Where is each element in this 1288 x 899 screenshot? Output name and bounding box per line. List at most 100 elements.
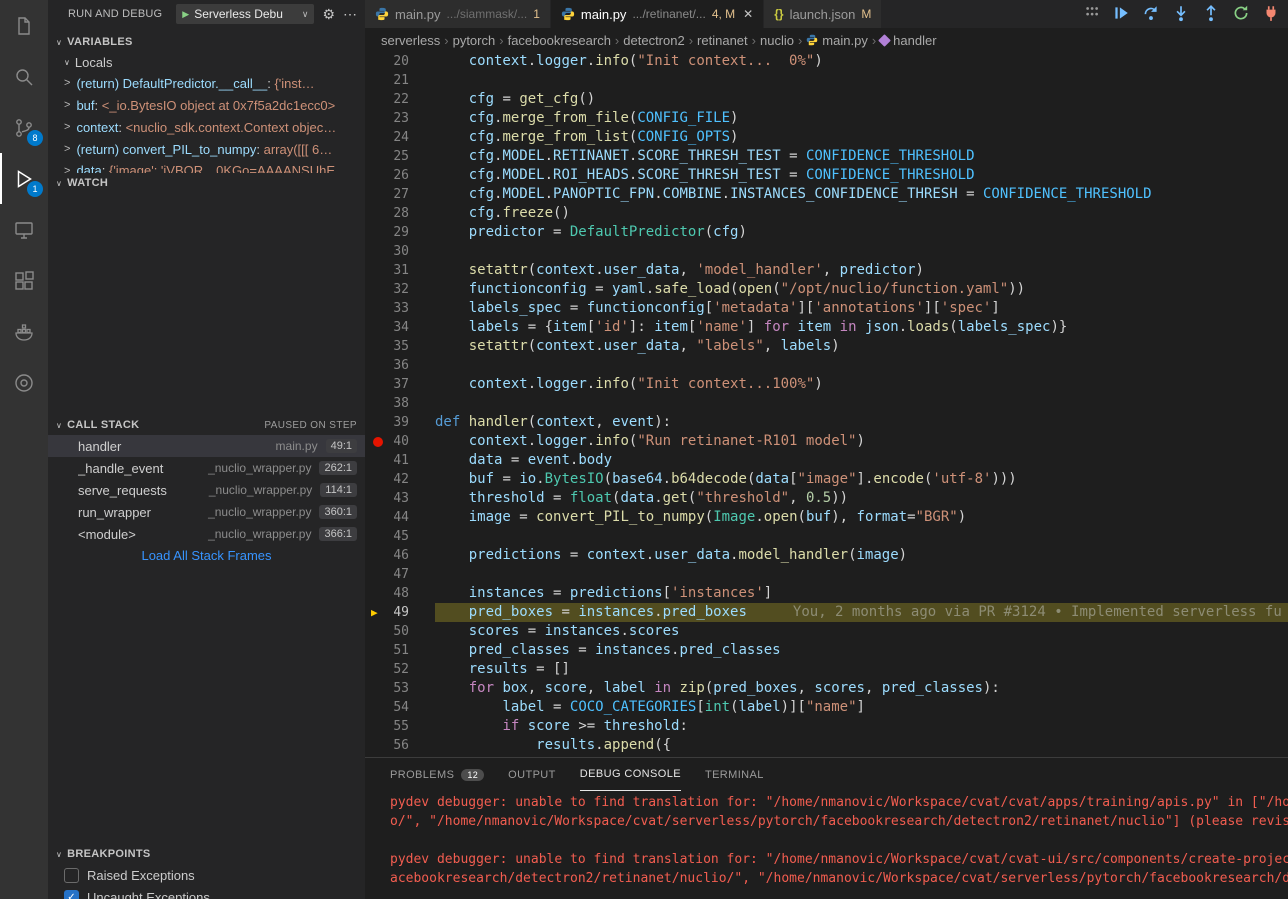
remote-explorer-icon[interactable] (0, 204, 48, 255)
gutter[interactable]: 48 (365, 584, 435, 603)
gear-icon[interactable]: ⚙ (322, 6, 335, 23)
code-text[interactable] (435, 394, 1288, 413)
gutter[interactable]: 35 (365, 337, 435, 356)
code-text[interactable]: buf = io.BytesIO(base64.b64decode(data["… (435, 470, 1288, 489)
variables-section-header[interactable]: ∨ VARIABLES (48, 32, 365, 52)
gutter[interactable]: 31 (365, 261, 435, 280)
code-text[interactable]: context.logger.info("Init context... 0%"… (435, 52, 1288, 71)
debug-config-dropdown[interactable]: ▶ Serverless Debu ∨ (176, 4, 314, 24)
gutter[interactable]: 56 (365, 736, 435, 755)
code-text[interactable]: cfg.merge_from_list(CONFIG_OPTS) (435, 128, 1288, 147)
gutter[interactable]: 20 (365, 52, 435, 71)
code-line[interactable]: 44 image = convert_PIL_to_numpy(Image.op… (365, 508, 1288, 527)
code-text[interactable]: label = COCO_CATEGORIES[int(label)]["nam… (435, 698, 1288, 717)
code-text[interactable]: cfg.MODEL.PANOPTIC_FPN.COMBINE.INSTANCES… (435, 185, 1288, 204)
gutter[interactable]: 42 (365, 470, 435, 489)
docker-icon[interactable] (0, 306, 48, 357)
code-text[interactable]: labels_spec = functionconfig['metadata']… (435, 299, 1288, 318)
code-text[interactable]: def handler(context, event): (435, 413, 1288, 432)
gutter[interactable]: 32 (365, 280, 435, 299)
code-text[interactable]: predictor = DefaultPredictor(cfg) (435, 223, 1288, 242)
code-line[interactable]: 37 context.logger.info("Init context...1… (365, 375, 1288, 394)
code-line[interactable]: 35 setattr(context.user_data, "labels", … (365, 337, 1288, 356)
gutter[interactable]: 45 (365, 527, 435, 546)
gutter[interactable]: 27 (365, 185, 435, 204)
tab-terminal[interactable]: TERMINAL (705, 758, 764, 791)
continue-icon[interactable] (1112, 4, 1130, 22)
code-line[interactable]: 29 predictor = DefaultPredictor(cfg) (365, 223, 1288, 242)
variable-row[interactable]: >context: <nuclio_sdk.context.Context ob… (48, 116, 365, 138)
code-line[interactable]: ▶49 pred_boxes = instances.pred_boxesYou… (365, 603, 1288, 622)
call-stack-frame[interactable]: serve_requests_nuclio_wrapper.py114:1 (48, 479, 365, 501)
code-text[interactable] (435, 71, 1288, 90)
tab-output[interactable]: OUTPUT (508, 758, 556, 791)
disconnect-icon[interactable] (1262, 4, 1280, 22)
source-control-icon[interactable]: 8 (0, 102, 48, 153)
code-text[interactable]: scores = instances.scores (435, 622, 1288, 641)
breadcrumb-item[interactable]: retinanet (697, 33, 748, 48)
restart-icon[interactable] (1232, 4, 1250, 22)
code-text[interactable]: image = convert_PIL_to_numpy(Image.open(… (435, 508, 1288, 527)
code-line[interactable]: 32 functionconfig = yaml.safe_load(open(… (365, 280, 1288, 299)
code-line[interactable]: 43 threshold = float(data.get("threshold… (365, 489, 1288, 508)
code-text[interactable]: context.logger.info("Run retinanet-R101 … (435, 432, 1288, 451)
code-text[interactable]: setattr(context.user_data, "labels", lab… (435, 337, 1288, 356)
code-text[interactable]: pred_classes = instances.pred_classes (435, 641, 1288, 660)
code-text[interactable]: pred_boxes = instances.pred_boxesYou, 2 … (435, 603, 1288, 622)
call-stack-frame[interactable]: <module>_nuclio_wrapper.py366:1 (48, 523, 365, 545)
code-text[interactable] (435, 356, 1288, 375)
breadcrumb-item[interactable]: facebookresearch (508, 33, 611, 48)
code-line[interactable]: 56 results.append({ (365, 736, 1288, 755)
code-line[interactable]: 24 cfg.merge_from_list(CONFIG_OPTS) (365, 128, 1288, 147)
breadcrumb-item-symbol[interactable]: handler (880, 33, 936, 48)
call-stack-frame[interactable]: handlermain.py49:1 (48, 435, 365, 457)
gutter[interactable]: 41 (365, 451, 435, 470)
code-line[interactable]: 27 cfg.MODEL.PANOPTIC_FPN.COMBINE.INSTAN… (365, 185, 1288, 204)
code-line[interactable]: 50 scores = instances.scores (365, 622, 1288, 641)
breadcrumb-item[interactable]: detectron2 (623, 33, 684, 48)
code-text[interactable]: threshold = float(data.get("threshold", … (435, 489, 1288, 508)
tab-main-py-siammask[interactable]: main.py .../siammask/... 1 (365, 0, 551, 28)
code-text[interactable]: setattr(context.user_data, 'model_handle… (435, 261, 1288, 280)
code-text[interactable] (435, 565, 1288, 584)
breakpoint-uncaught-exceptions[interactable]: ✓ Uncaught Exceptions (48, 886, 365, 899)
code-text[interactable]: predictions = context.user_data.model_ha… (435, 546, 1288, 565)
run-and-debug-icon[interactable]: 1 (0, 153, 48, 204)
gutter[interactable]: 25 (365, 147, 435, 166)
gutter[interactable]: 40 (365, 432, 435, 451)
code-text[interactable]: cfg.MODEL.ROI_HEADS.SCORE_THRESH_TEST = … (435, 166, 1288, 185)
call-stack-frame[interactable]: run_wrapper_nuclio_wrapper.py360:1 (48, 501, 365, 523)
code-line[interactable]: 53 for box, score, label in zip(pred_box… (365, 679, 1288, 698)
code-line[interactable]: 33 labels_spec = functionconfig['metadat… (365, 299, 1288, 318)
code-text[interactable]: results.append({ (435, 736, 1288, 755)
code-line[interactable]: 52 results = [] (365, 660, 1288, 679)
plugin-circle-icon[interactable] (0, 357, 48, 408)
variable-row[interactable]: >data: {'image': 'iVBOR…0KGo=AAAANSUhE… (48, 160, 365, 173)
code-line[interactable]: 48 instances = predictions['instances'] (365, 584, 1288, 603)
step-out-icon[interactable] (1202, 4, 1220, 22)
gutter[interactable]: 37 (365, 375, 435, 394)
code-text[interactable]: cfg.freeze() (435, 204, 1288, 223)
code-line[interactable]: 25 cfg.MODEL.RETINANET.SCORE_THRESH_TEST… (365, 147, 1288, 166)
checkbox-unchecked[interactable] (64, 868, 79, 883)
code-line[interactable]: 20 context.logger.info("Init context... … (365, 52, 1288, 71)
code-line[interactable]: 31 setattr(context.user_data, 'model_han… (365, 261, 1288, 280)
code-line[interactable]: 46 predictions = context.user_data.model… (365, 546, 1288, 565)
code-editor[interactable]: 20 context.logger.info("Init context... … (365, 52, 1288, 757)
gutter[interactable]: 54 (365, 698, 435, 717)
step-over-icon[interactable] (1142, 4, 1160, 22)
code-line[interactable]: 41 data = event.body (365, 451, 1288, 470)
checkbox-checked[interactable]: ✓ (64, 890, 79, 899)
breadcrumb-item[interactable]: pytorch (453, 33, 496, 48)
gutter[interactable]: 21 (365, 71, 435, 90)
code-line[interactable]: 55 if score >= threshold: (365, 717, 1288, 736)
step-into-icon[interactable] (1172, 4, 1190, 22)
gutter[interactable]: 28 (365, 204, 435, 223)
gutter[interactable]: 22 (365, 90, 435, 109)
gutter[interactable]: 34 (365, 318, 435, 337)
gutter[interactable]: 26 (365, 166, 435, 185)
gutter[interactable]: 29 (365, 223, 435, 242)
gutter[interactable]: 33 (365, 299, 435, 318)
code-line[interactable]: 40 context.logger.info("Run retinanet-R1… (365, 432, 1288, 451)
code-line[interactable]: 22 cfg = get_cfg() (365, 90, 1288, 109)
